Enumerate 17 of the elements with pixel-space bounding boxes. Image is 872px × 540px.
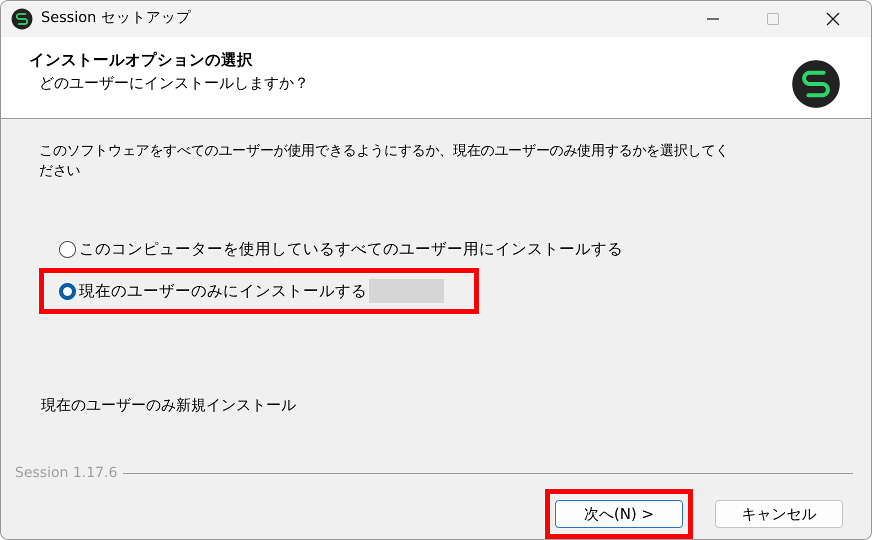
next-button[interactable]: 次へ(N) > — [555, 500, 683, 528]
description-text: このソフトウェアをすべてのユーザーが使用できるようにするか、現在のユーザーのみ使用するかを選択してください — [39, 142, 730, 181]
status-text: 現在のユーザーのみ新規インストール — [41, 395, 297, 416]
page-subtitle: どのユーザーにインストールしますか？ — [39, 73, 309, 94]
minimize-icon — [707, 18, 719, 20]
close-icon — [825, 11, 841, 27]
app-logo-icon — [791, 59, 841, 109]
cancel-button[interactable]: キャンセル — [715, 500, 843, 528]
radio-button[interactable] — [59, 282, 76, 300]
radio-button[interactable] — [59, 241, 76, 258]
radio-option[interactable]: 現在のユーザーのみにインストールする — [59, 280, 367, 303]
maximize-icon — [765, 11, 781, 27]
version-label: Session 1.17.6 — [15, 464, 118, 483]
radio-option[interactable]: このコンピューターを使用しているすべてのユーザー用にインストールする — [59, 238, 623, 262]
app-logo-icon — [11, 8, 33, 30]
window-title: Session セットアップ — [41, 8, 191, 28]
page-title: インストールオプションの選択 — [29, 50, 254, 71]
